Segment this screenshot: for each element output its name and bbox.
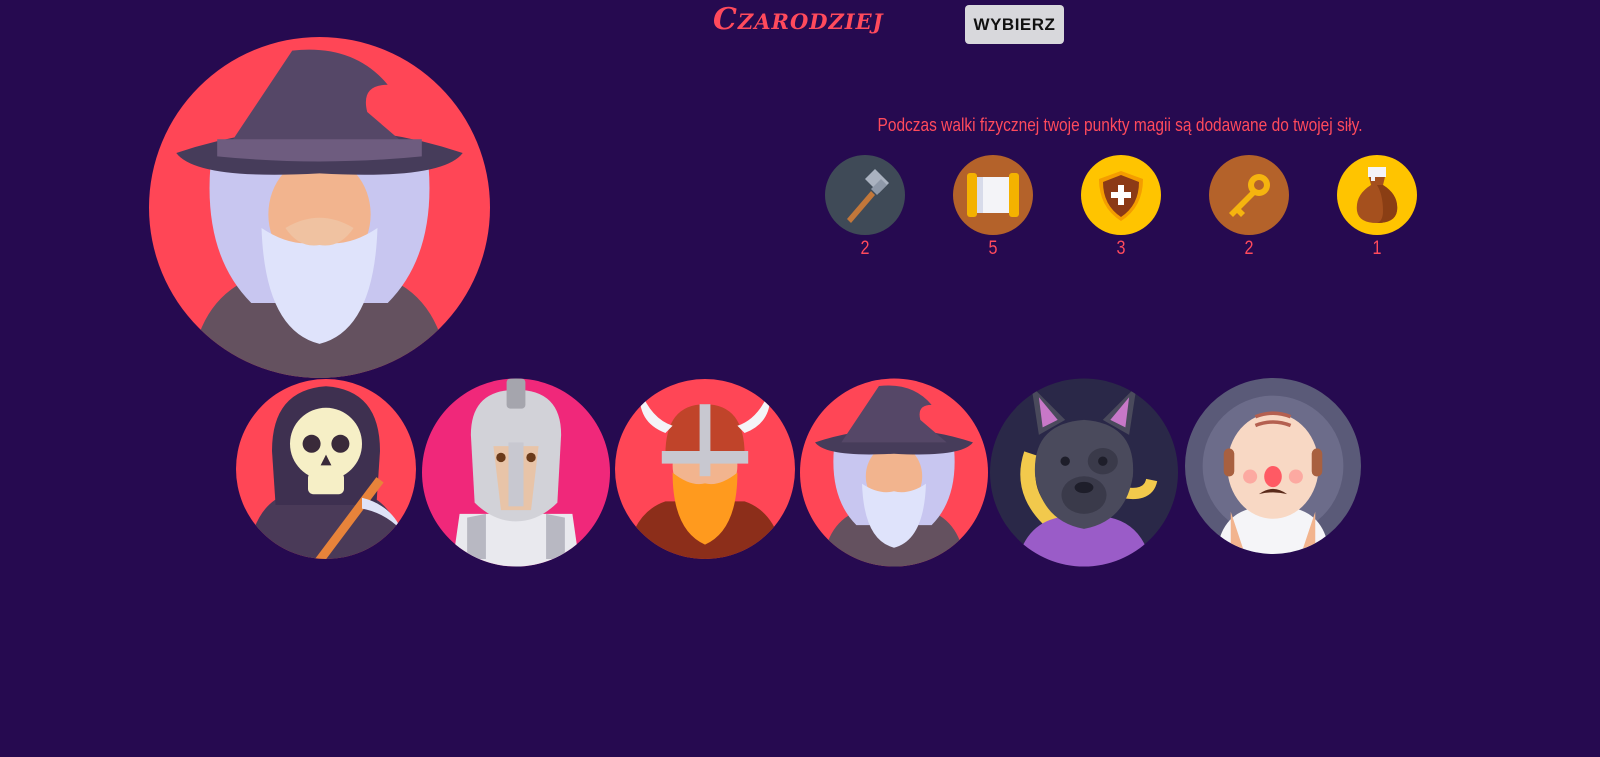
viking-avatar-icon bbox=[615, 379, 795, 559]
choose-button[interactable]: Wybierz bbox=[965, 5, 1064, 44]
character-werewolf[interactable] bbox=[990, 378, 1178, 567]
stat-key-value: 2 bbox=[1244, 238, 1254, 259]
hammer-icon bbox=[825, 155, 905, 235]
stat-money-bag: 1 bbox=[1337, 155, 1417, 260]
grim-reaper-avatar-icon bbox=[236, 379, 416, 559]
stat-money-bag-value: 1 bbox=[1372, 238, 1382, 259]
stat-key: 2 bbox=[1209, 155, 1289, 260]
money-bag-icon bbox=[1337, 155, 1417, 235]
character-name-title: Czarodziej bbox=[713, 2, 884, 37]
stat-shield: 3 bbox=[1081, 155, 1161, 260]
spartan-knight-avatar-icon bbox=[422, 378, 610, 567]
character-grim-reaper[interactable] bbox=[236, 378, 416, 560]
stat-scroll-value: 5 bbox=[988, 238, 998, 259]
stat-scroll: 5 bbox=[953, 155, 1033, 260]
werewolf-avatar-icon bbox=[990, 378, 1178, 567]
shield-icon bbox=[1081, 155, 1161, 235]
bald-man-avatar-icon bbox=[1185, 378, 1361, 554]
scroll-icon bbox=[953, 155, 1033, 235]
character-bald-man[interactable] bbox=[1185, 378, 1361, 554]
character-spartan[interactable] bbox=[422, 378, 610, 567]
selected-character-portrait bbox=[149, 37, 490, 378]
stat-hammer-value: 2 bbox=[860, 238, 870, 259]
character-wizard[interactable] bbox=[800, 378, 988, 567]
stat-shield-value: 3 bbox=[1116, 238, 1126, 259]
character-viking[interactable] bbox=[615, 378, 795, 560]
wizard-portrait-icon bbox=[149, 37, 490, 378]
key-icon bbox=[1209, 155, 1289, 235]
stat-hammer: 2 bbox=[825, 155, 905, 260]
wizard-avatar-icon bbox=[800, 378, 988, 567]
character-description: Podczas walki fizycznej twoje punkty mag… bbox=[877, 115, 1363, 135]
